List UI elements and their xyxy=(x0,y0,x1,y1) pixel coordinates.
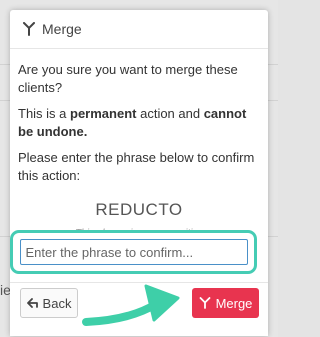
confirm-question: Are you sure you want to merge these cli… xyxy=(18,62,238,95)
merge-button[interactable]: Merge xyxy=(192,288,259,318)
footer-divider xyxy=(10,282,268,283)
merge-icon xyxy=(199,297,210,309)
merge-icon xyxy=(23,22,35,36)
phrase-input-highlight xyxy=(10,230,257,274)
permanent-warning: This is a permanent action and cannot be… xyxy=(18,106,247,139)
dialog-title: Merge xyxy=(42,21,82,37)
dialog-body: Are you sure you want to merge these cli… xyxy=(10,49,268,235)
back-arrow-icon xyxy=(26,298,38,308)
merge-label: Merge xyxy=(215,295,253,311)
back-button[interactable]: Back xyxy=(20,288,78,318)
merge-dialog: Merge Are you sure you want to merge the… xyxy=(10,10,268,336)
dialog-header: Merge xyxy=(10,10,268,49)
phrase-input[interactable] xyxy=(19,239,248,265)
confirm-instruction: Please enter the phrase below to confirm… xyxy=(18,150,255,183)
confirm-phrase: REDUCTO xyxy=(95,200,183,219)
back-label: Back xyxy=(42,295,72,311)
